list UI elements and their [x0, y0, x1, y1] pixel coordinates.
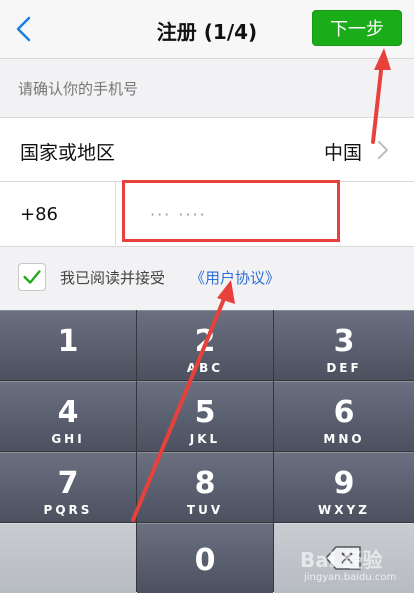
user-agreement-link[interactable]: 《用户协议》	[190, 267, 280, 288]
country-selector[interactable]: 国家或地区 中国	[0, 118, 414, 182]
key-digit: 6	[333, 395, 355, 430]
chevron-right-icon	[378, 141, 388, 159]
key-letters: MNO	[323, 432, 365, 446]
navigation-bar: 注册 (1/4) 下一步	[0, 0, 414, 59]
key-digit: 8	[194, 466, 216, 501]
watermark-logo: Bai 经验	[300, 548, 383, 572]
key-letters: DEF	[326, 361, 362, 375]
key-5[interactable]: 5 JKL	[137, 381, 273, 451]
key-8[interactable]: 8 TUV	[137, 452, 273, 522]
key-digit: 1	[57, 324, 79, 359]
key-digit: 7	[57, 466, 79, 501]
key-6[interactable]: 6 MNO	[274, 381, 414, 451]
key-digit: 0	[194, 543, 216, 578]
key-letters: PQRS	[43, 503, 93, 517]
key-7[interactable]: 7 PQRS	[0, 452, 136, 522]
next-step-button[interactable]: 下一步	[312, 10, 402, 46]
field-divider	[115, 182, 116, 245]
country-value: 中国	[323, 142, 362, 164]
country-label: 国家或地区	[20, 142, 116, 164]
key-digit: 5	[194, 395, 216, 430]
key-digit: 9	[333, 466, 355, 501]
country-code[interactable]: +86	[20, 204, 58, 225]
key-0[interactable]: 0	[137, 523, 273, 593]
key-digit: 4	[57, 395, 79, 430]
key-1[interactable]: 1	[0, 310, 136, 380]
section-label: 请确认你的手机号	[18, 80, 139, 98]
key-blank	[0, 523, 136, 593]
key-letters: TUV	[186, 503, 224, 517]
agreement-row: 我已阅读并接受 《用户协议》	[0, 252, 414, 302]
key-4[interactable]: 4 GHI	[0, 381, 136, 451]
key-9[interactable]: 9 WXYZ	[274, 452, 414, 522]
key-digit: 2	[194, 324, 216, 359]
watermark-url: jingyan.baidu.com	[304, 572, 397, 583]
agreement-checkbox[interactable]	[18, 263, 46, 291]
check-icon	[23, 270, 41, 284]
key-digit: 3	[333, 324, 355, 359]
key-letters: WXYZ	[318, 503, 370, 517]
agreement-text: 我已阅读并接受	[60, 269, 166, 287]
key-3[interactable]: 3 DEF	[274, 310, 414, 380]
watermark: Bai 经验 jingyan.baidu.com	[290, 540, 414, 592]
key-letters: GHI	[51, 432, 85, 446]
key-letters: ABC	[186, 361, 224, 375]
annotation-highlight-box	[122, 180, 340, 242]
key-2[interactable]: 2 ABC	[137, 310, 273, 380]
key-letters: JKL	[189, 432, 221, 446]
